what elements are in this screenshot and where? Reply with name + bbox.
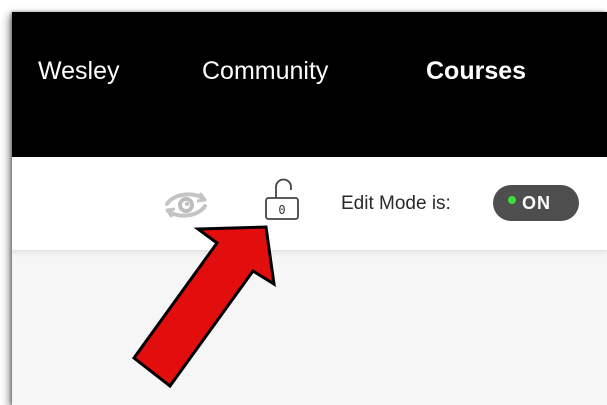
arrow-icon <box>131 225 276 389</box>
